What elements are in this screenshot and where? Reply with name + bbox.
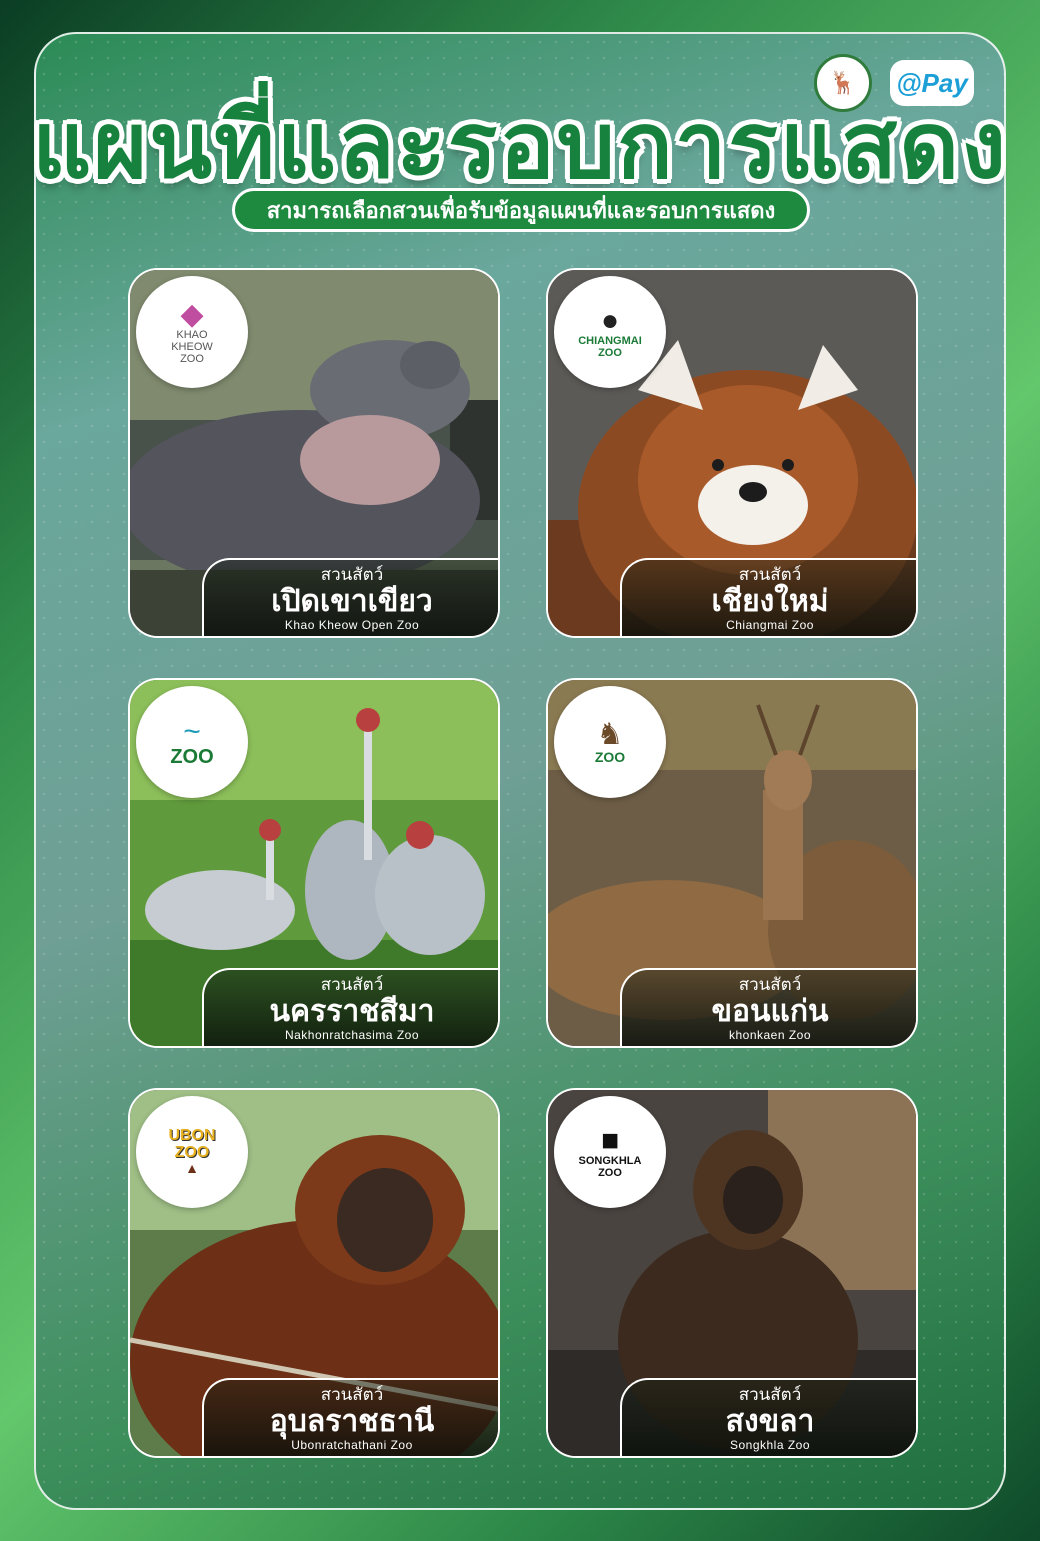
zoo-name-th: เชียงใหม่ xyxy=(711,583,829,619)
zoo-prefix: สวนสัตว์ xyxy=(738,564,802,585)
zoo-card-chiangmai[interactable]: ● CHIANGMAI ZOO สวนสัตว์ เชียงใหม่ Chian… xyxy=(546,268,918,638)
zoo-card-ubonratchathani[interactable]: UBON ZOO ▲ สวนสัตว์ อุบลราชธานี Ubonratc… xyxy=(128,1088,500,1458)
zoo-label: สวนสัตว์ อุบลราชธานี Ubonratchathani Zoo xyxy=(202,1378,498,1456)
deer-icon: ♞ xyxy=(596,717,624,751)
crane-icon: ~ xyxy=(183,714,201,748)
zoo-logo-ubonratchathani: UBON ZOO ▲ xyxy=(136,1096,248,1208)
zoo-name-th: เปิดเขาเขียว xyxy=(271,583,433,619)
zoo-logo-text: KHAO KHEOW ZOO xyxy=(171,329,213,365)
zoo-logo-text: ZOO xyxy=(594,749,626,766)
zoo-label: สวนสัตว์ เปิดเขาเขียว Khao Kheow Open Zo… xyxy=(202,558,498,636)
zoo-logo-songkhla: ■ SONGKHLA ZOO xyxy=(554,1096,666,1208)
zoo-logo-text: CHIANGMAI ZOO xyxy=(578,335,642,359)
zoo-logo-text: ZOO xyxy=(170,746,214,769)
zoo-prefix: สวนสัตว์ xyxy=(738,974,802,995)
zoo-label: สวนสัตว์ ขอนแก่น khonkaen Zoo xyxy=(620,968,916,1046)
zoo-card-khao-kheow[interactable]: ◆ KHAO KHEOW ZOO สวนสัตว์ เปิดเขาเขียว K… xyxy=(128,268,500,638)
zoo-logo-khonkaen: ♞ ZOO xyxy=(554,686,666,798)
panda-icon: ● xyxy=(600,303,620,337)
zoo-name-en: Khao Kheow Open Zoo xyxy=(284,617,420,632)
zoo-name-en: Ubonratchathani Zoo xyxy=(291,1437,413,1452)
page-title: แผนที่และรอบการแสดง xyxy=(32,92,1008,199)
orangutan-icon: ▲ xyxy=(185,1160,199,1177)
zoo-label: สวนสัตว์ เชียงใหม่ Chiangmai Zoo xyxy=(620,558,916,636)
zoo-name-th: ขอนแก่น xyxy=(711,993,829,1029)
zoo-name-en: Nakhonratchasima Zoo xyxy=(284,1027,420,1042)
zoo-logo-text: UBON ZOO xyxy=(168,1126,216,1161)
zoo-name-th: อุบลราชธานี xyxy=(269,1403,435,1439)
zoo-prefix: สวนสัตว์ xyxy=(738,1384,802,1405)
zoo-name-en: Songkhla Zoo xyxy=(729,1437,811,1452)
zoo-logo-chiangmai: ● CHIANGMAI ZOO xyxy=(554,276,666,388)
zoo-card-songkhla[interactable]: ■ SONGKHLA ZOO สวนสัตว์ สงขลา Songkhla Z… xyxy=(546,1088,918,1458)
zoo-label: สวนสัตว์ นครราชสีมา Nakhonratchasima Zoo xyxy=(202,968,498,1046)
tapir-icon: ■ xyxy=(600,1123,620,1157)
zoo-label: สวนสัตว์ สงขลา Songkhla Zoo xyxy=(620,1378,916,1456)
page-subtitle: สามารถเลือกสวนเพื่อรับข้อมูลแผนที่และรอบ… xyxy=(232,188,810,232)
zoo-name-th: นครราชสีมา xyxy=(269,993,435,1029)
zoo-prefix: สวนสัตว์ xyxy=(320,974,384,995)
zoo-logo-nakhonratchasima: ~ ZOO xyxy=(136,686,248,798)
hippo-icon: ◆ xyxy=(180,297,204,331)
zoo-prefix: สวนสัตว์ xyxy=(320,1384,384,1405)
zoo-name-en: Chiangmai Zoo xyxy=(726,617,814,632)
zoo-name-th: สงขลา xyxy=(725,1403,815,1439)
zoo-card-nakhonratchasima[interactable]: ~ ZOO สวนสัตว์ นครราชสีมา Nakhonratchasi… xyxy=(128,678,500,1048)
zoo-logo-text: SONGKHLA ZOO xyxy=(578,1155,642,1179)
zoo-prefix: สวนสัตว์ xyxy=(320,564,384,585)
zoo-card-khonkaen[interactable]: ♞ ZOO สวนสัตว์ ขอนแก่น khonkaen Zoo xyxy=(546,678,918,1048)
zoo-name-en: khonkaen Zoo xyxy=(728,1027,812,1042)
zoo-logo-khao-kheow: ◆ KHAO KHEOW ZOO xyxy=(136,276,248,388)
